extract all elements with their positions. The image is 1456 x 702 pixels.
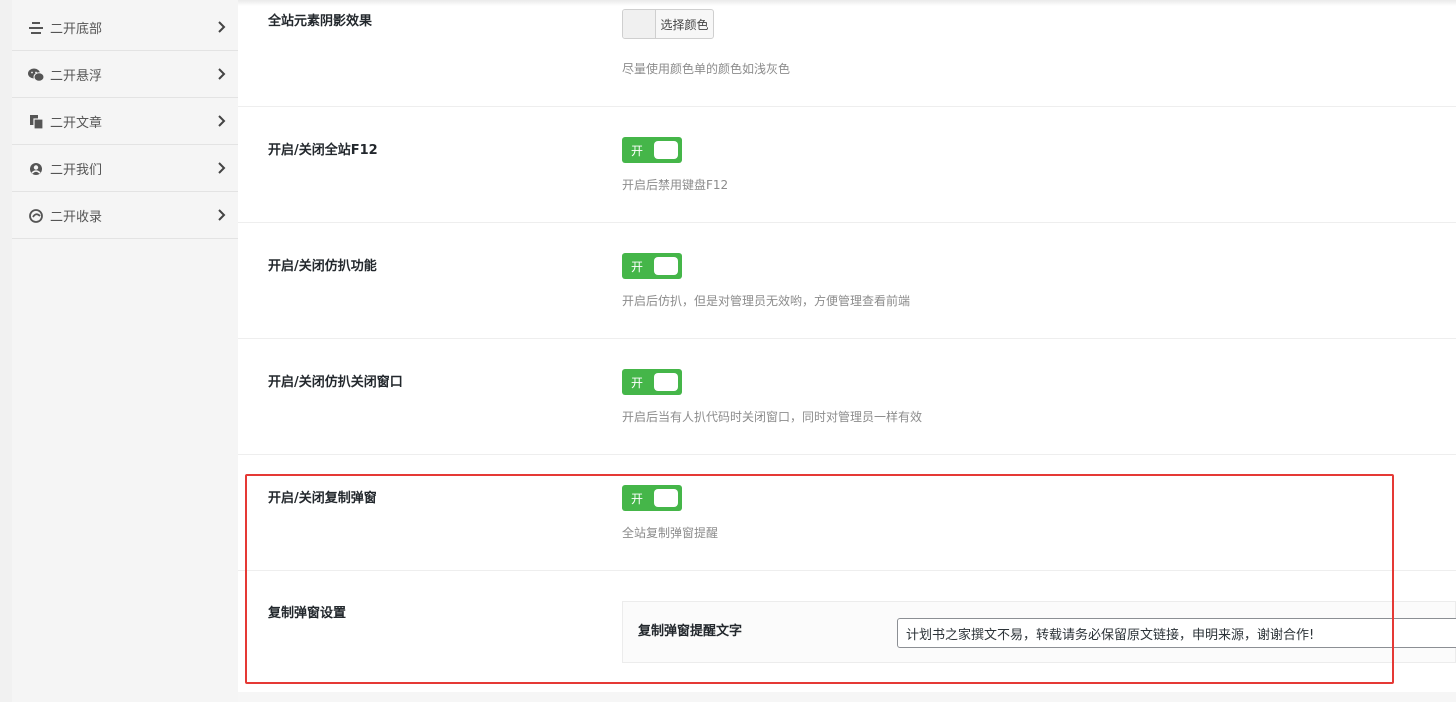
chevron-right-icon bbox=[218, 160, 228, 176]
setting-title: 复制弹窗设置 bbox=[268, 606, 347, 621]
setting-description: 开启后当有人扒代码时关闭窗口，同时对管理员一样有效 bbox=[622, 410, 923, 424]
setting-title: 开启/关闭全站F12 bbox=[268, 143, 378, 158]
sidebar-item-label: 二开悬浮 bbox=[50, 69, 103, 84]
antigrab-toggle[interactable]: 开 bbox=[622, 253, 682, 279]
setting-row-shadow: 全站元素阴影效果 选择颜色 尽量使用颜色单的颜色如浅灰色 bbox=[238, 0, 1456, 107]
antigrab-close-toggle[interactable]: 开 bbox=[622, 369, 682, 395]
color-swatch bbox=[623, 10, 656, 38]
setting-description: 开启后禁用键盘F12 bbox=[622, 178, 729, 192]
setting-title: 开启/关闭复制弹窗 bbox=[268, 491, 377, 506]
bottom-strip bbox=[238, 692, 1456, 702]
toggle-knob bbox=[654, 141, 678, 159]
sidebar-item-float[interactable]: 二开悬浮 bbox=[12, 52, 238, 98]
copy-popup-fieldset: 复制弹窗提醒文字 bbox=[622, 601, 1456, 663]
toggle-label: 开 bbox=[631, 376, 644, 390]
edge-browser-icon bbox=[28, 208, 44, 224]
chevron-right-icon bbox=[218, 113, 228, 129]
toggle-knob bbox=[654, 373, 678, 391]
sidebar: 二开底部 二开悬浮 二开文章 二开我们 二开收录 bbox=[12, 0, 239, 702]
sidebar-item-label: 二开收录 bbox=[50, 210, 103, 225]
setting-row-f12: 开启/关闭全站F12 开 开启后禁用键盘F12 bbox=[238, 107, 1456, 223]
sidebar-item-footer[interactable]: 二开底部 bbox=[12, 5, 238, 51]
sidebar-item-index[interactable]: 二开收录 bbox=[12, 193, 238, 239]
copy-pages-icon bbox=[28, 114, 44, 130]
sidebar-item-label: 二开文章 bbox=[50, 116, 103, 131]
setting-description: 开启后仿扒，但是对管理员无效哟，方便管理查看前端 bbox=[622, 294, 911, 308]
f12-toggle[interactable]: 开 bbox=[622, 137, 682, 163]
sidebar-item-label: 二开底部 bbox=[50, 22, 103, 37]
copy-popup-toggle[interactable]: 开 bbox=[622, 485, 682, 511]
toggle-knob bbox=[654, 257, 678, 275]
setting-row-copy-popup: 开启/关闭复制弹窗 开 全站复制弹窗提醒 bbox=[238, 455, 1456, 571]
setting-row-copy-popup-settings: 复制弹窗设置 复制弹窗提醒文字 bbox=[238, 571, 1456, 693]
toggle-label: 开 bbox=[631, 144, 644, 158]
toggle-label: 开 bbox=[631, 492, 644, 506]
settings-page: 二开底部 二开悬浮 二开文章 二开我们 二开收录 全站元素阴影效果 选择颜色 尽… bbox=[0, 0, 1456, 702]
sidebar-item-about[interactable]: 二开我们 bbox=[12, 146, 238, 192]
setting-description: 尽量使用颜色单的颜色如浅灰色 bbox=[622, 62, 791, 76]
field-label: 复制弹窗提醒文字 bbox=[638, 624, 743, 639]
setting-title: 开启/关闭仿扒功能 bbox=[268, 259, 377, 274]
user-circle-icon bbox=[28, 161, 44, 177]
choose-color-label: 选择颜色 bbox=[660, 17, 709, 32]
setting-row-antigrab: 开启/关闭仿扒功能 开 开启后仿扒，但是对管理员无效哟，方便管理查看前端 bbox=[238, 223, 1456, 339]
align-center-icon bbox=[28, 20, 44, 36]
setting-title: 全站元素阴影效果 bbox=[268, 14, 373, 29]
toggle-knob bbox=[654, 489, 678, 507]
wechat-icon bbox=[28, 67, 44, 83]
copy-popup-text-input[interactable] bbox=[897, 618, 1456, 648]
chevron-right-icon bbox=[218, 66, 228, 82]
chevron-right-icon bbox=[218, 207, 228, 223]
setting-row-antigrab-close: 开启/关闭仿扒关闭窗口 开 开启后当有人扒代码时关闭窗口，同时对管理员一样有效 bbox=[238, 339, 1456, 455]
sidebar-item-label: 二开我们 bbox=[50, 163, 103, 178]
setting-title: 开启/关闭仿扒关闭窗口 bbox=[268, 375, 403, 390]
choose-color-button[interactable]: 选择颜色 bbox=[622, 9, 714, 39]
sidebar-item-article[interactable]: 二开文章 bbox=[12, 99, 238, 145]
toggle-label: 开 bbox=[631, 260, 644, 274]
chevron-right-icon bbox=[218, 19, 228, 35]
setting-description: 全站复制弹窗提醒 bbox=[622, 526, 719, 540]
